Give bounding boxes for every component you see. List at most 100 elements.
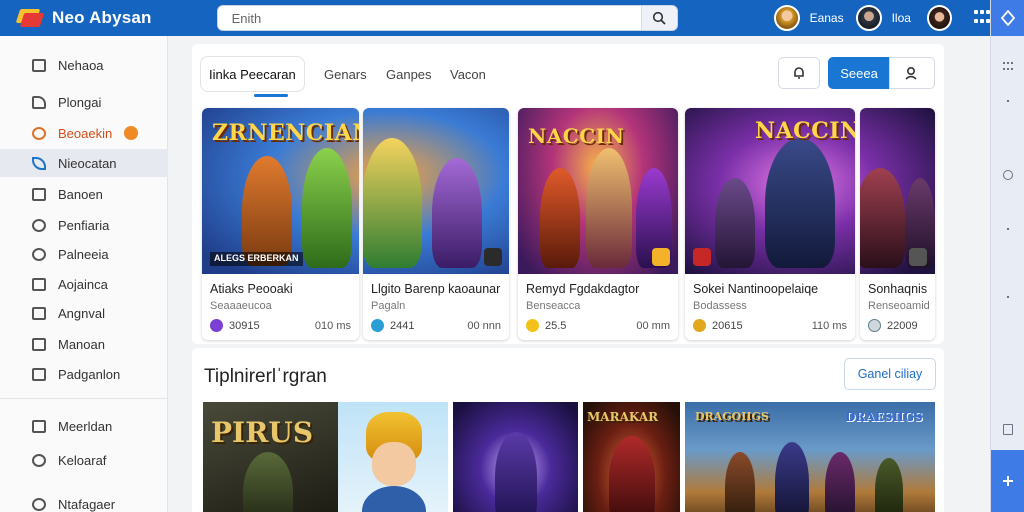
sidebar-item-4[interactable]: Banoen <box>0 180 168 208</box>
card-rating: 20615 <box>693 319 743 332</box>
tab-games[interactable]: Ganpes <box>386 56 432 92</box>
rating-icon <box>371 319 384 332</box>
tab-active-indicator <box>254 94 288 97</box>
plus-icon <box>1003 476 1013 486</box>
featured-panel: Iinka Peecaran Genars Ganpes Vacon Seeea… <box>192 44 944 344</box>
sidebar-item-11[interactable]: Meerldan <box>0 412 168 440</box>
search-button[interactable] <box>640 6 677 30</box>
game-art: NACCIN <box>685 108 855 274</box>
settings-grid-icon <box>32 419 46 433</box>
flag-icon <box>32 95 46 109</box>
game-tile[interactable] <box>338 402 448 512</box>
card-title: Sokei Nantinoopelaiqe <box>693 282 819 296</box>
apps-grid-icon[interactable] <box>973 10 990 26</box>
right-rail <box>990 0 1024 512</box>
sidebar-item-9[interactable]: Manoan <box>0 330 168 358</box>
card-title: Llgito Barenp kaoaunar <box>371 282 501 296</box>
search-icon <box>652 11 666 25</box>
rail-square-icon[interactable] <box>1003 424 1013 435</box>
controller-icon <box>32 218 46 232</box>
card-rating: 22009 <box>868 319 918 332</box>
view-all-button[interactable]: Ganel ciliay <box>844 358 936 390</box>
sidebar-item-8[interactable]: Angnval <box>0 299 168 327</box>
sidebar-item-3[interactable]: Nieocatan <box>0 149 168 177</box>
card-rating: 2441 <box>371 319 414 332</box>
sidebar: Nehaoa Plongai Beoaekin Nieocatan Banoen… <box>0 36 168 512</box>
sidebar-item-0[interactable]: Nehaoa <box>0 51 168 79</box>
app-logo[interactable]: Neo Abysan <box>18 8 181 28</box>
card-rating: 25.5 <box>526 319 566 332</box>
library-icon <box>32 187 46 201</box>
sidebar-item-10[interactable]: Padganlon <box>0 360 168 388</box>
search-input[interactable] <box>217 6 641 30</box>
top-bar: Neo Abysan Eanas Iloa <box>0 0 990 36</box>
sidebar-item-5[interactable]: Penfiaria <box>0 211 168 239</box>
card-subtitle: Pagaln <box>371 300 406 312</box>
game-tile[interactable]: MARAKAR <box>583 402 680 512</box>
sidebar-item-7[interactable]: Aojainca <box>0 270 168 298</box>
platform-icon <box>652 248 670 266</box>
game-card[interactable]: NACCIN Sokei Nantinoopelaiqe Bodassess 2… <box>685 108 855 340</box>
tab-videos[interactable]: Vacon <box>450 56 486 92</box>
calendar-icon <box>32 367 46 381</box>
avatar <box>773 5 800 31</box>
notification-badge <box>124 126 139 140</box>
help-icon <box>32 453 46 467</box>
game-card[interactable]: Llgito Barenp kaoaunar Pagaln 2441 00 nn… <box>363 108 509 340</box>
user-profile-1[interactable]: Eanas <box>773 5 844 31</box>
rating-icon <box>868 319 881 332</box>
card-title: Atiaks Peooaki <box>210 282 293 296</box>
sidebar-item-2[interactable]: Beoaekin <box>0 119 168 147</box>
rail-toggle-button[interactable] <box>991 0 1024 36</box>
gift-icon <box>32 277 46 291</box>
card-size: 010 ms <box>314 320 351 332</box>
globe-icon <box>32 247 46 261</box>
rating-icon <box>210 319 223 332</box>
game-art: NACCIN <box>518 108 678 274</box>
card-rating: 30915 <box>210 319 260 332</box>
main-content: Iinka Peecaran Genars Ganpes Vacon Seeea… <box>180 36 980 512</box>
game-art <box>860 108 935 274</box>
account-avatar[interactable] <box>926 5 952 31</box>
diamond-icon <box>1001 10 1015 26</box>
game-tile[interactable]: PIRUS <box>203 402 338 512</box>
tab-genres[interactable]: Genars <box>324 56 367 92</box>
rail-grid-icon[interactable] <box>1003 62 1013 72</box>
sidebar-item-13[interactable]: Ntafagaer <box>0 490 168 512</box>
platform-icon <box>484 248 502 266</box>
rail-circle-icon[interactable] <box>1003 170 1013 180</box>
tile-title: DRAESIIGS <box>845 410 923 424</box>
mail-icon <box>32 306 46 320</box>
rocket-icon <box>32 156 46 170</box>
user-profile-2[interactable]: Iloa <box>855 5 911 31</box>
user-name: Eanas <box>809 11 844 25</box>
notifications-button[interactable] <box>778 57 820 89</box>
card-title: Remyd Fgdakdagtor <box>526 282 640 296</box>
sidebar-item-6[interactable]: Palneeia <box>0 240 168 268</box>
sidebar-item-1[interactable]: Plongai <box>0 88 168 116</box>
rail-dot-icon <box>1007 100 1009 102</box>
platform-icon <box>693 248 711 266</box>
tile-title: PIRUS <box>211 416 314 449</box>
sidebar-divider <box>0 398 168 399</box>
card-subtitle: Bodassess <box>693 300 747 312</box>
game-card[interactable]: ZRNENCIAN ALEGS ERBERKAN Atiaks Peooaki … <box>202 108 359 340</box>
rail-dot-icon <box>1007 228 1009 230</box>
rail-add-button[interactable] <box>991 450 1024 512</box>
game-card[interactable]: Sonhaqnis Renseoamid 22009 <box>860 108 935 340</box>
game-art <box>363 108 509 274</box>
user-search-button[interactable] <box>889 57 935 89</box>
section-title: Tiplnirerlˈrgran <box>204 366 327 387</box>
game-tile[interactable]: DRAGOIIGS DRAESIIGS <box>685 402 935 512</box>
fire-icon <box>32 126 46 140</box>
art-title: NACCIN <box>528 124 625 148</box>
card-subtitle: Renseoamid <box>868 300 930 312</box>
logo-mark-icon <box>18 9 44 27</box>
user-search-icon <box>905 66 917 80</box>
game-tile[interactable] <box>453 402 578 512</box>
game-card[interactable]: NACCIN Remyd Fgdakdagtor Benseacca 25.5 … <box>518 108 678 340</box>
user-name: Iloa <box>891 11 911 25</box>
primary-action-button[interactable]: Seeea <box>828 57 890 89</box>
tab-featured[interactable]: Iinka Peecaran <box>200 56 305 92</box>
sidebar-item-12[interactable]: Keloaraf <box>0 446 168 474</box>
